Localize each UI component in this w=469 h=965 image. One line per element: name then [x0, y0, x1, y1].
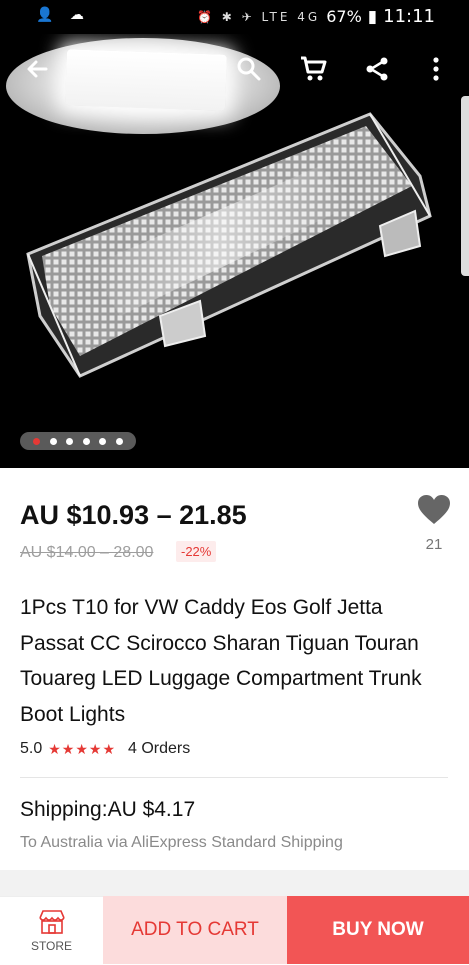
- store-icon: [38, 910, 65, 934]
- original-price: AU $14.00 – 28.00: [20, 544, 154, 561]
- order-count: 4 Orders: [128, 740, 191, 757]
- clock: 11:11: [383, 6, 435, 27]
- battery-percent: 67%: [326, 7, 362, 26]
- product-title: 1Pcs T10 for VW Caddy Eos Golf Jetta Pas…: [20, 596, 422, 726]
- star-rating-icons: ★★★★★: [48, 740, 117, 757]
- share-icon[interactable]: [360, 52, 394, 86]
- side-scroll-handle[interactable]: [461, 96, 469, 276]
- shipping-cost[interactable]: Shipping:AU $4.17: [20, 798, 195, 822]
- store-label: STORE: [30, 939, 73, 953]
- status-right: ⏰ ✱ ✈ LTE 4G 67% ▮ 11:11: [197, 6, 435, 27]
- status-icons: ⏰ ✱ ✈ LTE 4G: [197, 9, 321, 24]
- shipping-method[interactable]: To Australia via AliExpress Standard Shi…: [20, 834, 343, 852]
- bottom-action-bar: STORE ADD TO CART BUY NOW: [0, 896, 469, 965]
- gallery-page-indicator: [20, 432, 136, 450]
- page-dot[interactable]: [66, 437, 74, 445]
- back-arrow-icon[interactable]: [20, 52, 54, 86]
- more-vert-icon[interactable]: [424, 52, 448, 86]
- page-dot[interactable]: [99, 437, 107, 445]
- divider: [20, 777, 448, 778]
- cart-icon[interactable]: [296, 52, 330, 86]
- rating-value: 5.0: [20, 740, 43, 757]
- page-dot[interactable]: [49, 437, 57, 445]
- battery-icon: ▮: [367, 6, 378, 27]
- buy-now-button[interactable]: BUY NOW: [287, 896, 469, 964]
- product-image-gallery[interactable]: [0, 34, 469, 468]
- wishlist-heart-icon[interactable]: [414, 494, 454, 526]
- section-divider: [0, 870, 469, 896]
- add-to-cart-button[interactable]: ADD TO CART: [103, 896, 287, 964]
- rating-row[interactable]: 5.0 ★★★★★ 4 Orders: [20, 740, 190, 758]
- product-price: AU $10.93 – 21.85: [20, 500, 247, 530]
- discount-badge: -22%: [176, 541, 217, 562]
- thumbnail-light-glow: [65, 49, 227, 111]
- led-light-product-image: [26, 112, 432, 378]
- status-left-icons: 👤 ☁: [36, 7, 90, 23]
- wishlist-count: 21: [425, 536, 443, 553]
- page-dot[interactable]: [82, 437, 90, 445]
- page-dot[interactable]: [115, 437, 123, 445]
- status-bar: 👤 ☁ ⏰ ✱ ✈ LTE 4G 67% ▮ 11:11: [0, 0, 469, 34]
- search-icon[interactable]: [232, 52, 266, 86]
- page-dot-active[interactable]: [33, 437, 41, 445]
- store-button[interactable]: STORE: [0, 896, 103, 965]
